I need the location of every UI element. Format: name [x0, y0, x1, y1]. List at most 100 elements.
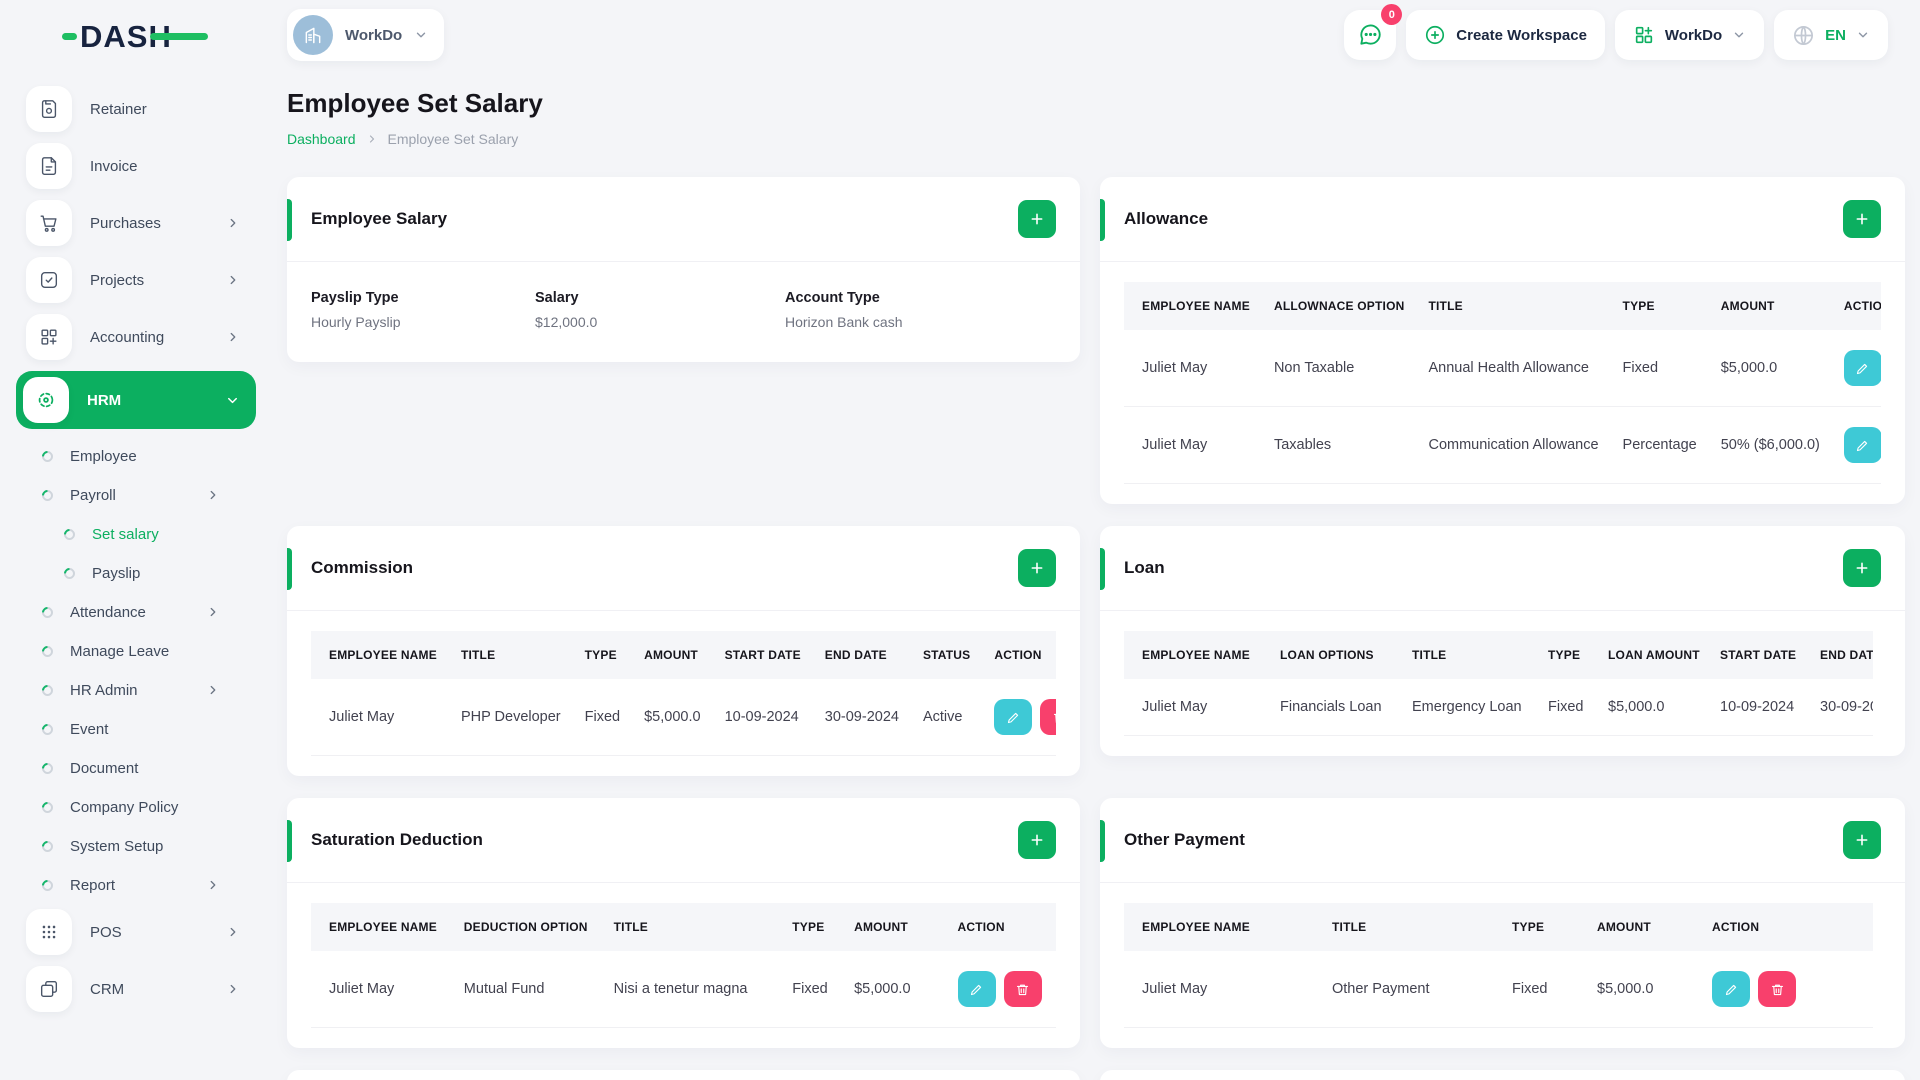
card-employee-salary: Employee Salary Payslip Type Hourly Pays…	[287, 177, 1080, 362]
edit-button[interactable]	[957, 971, 996, 1007]
add-other-payment-button[interactable]	[1843, 821, 1881, 859]
bullet-icon	[61, 565, 78, 581]
chevron-right-icon	[230, 927, 236, 937]
sidebar-item-crm[interactable]: CRM	[26, 966, 254, 1012]
sidebar-item-manage-leave[interactable]: Manage Leave	[39, 636, 242, 666]
page-title: Employee Set Salary	[287, 88, 543, 118]
cards-grid: Employee Salary Payslip Type Hourly Pays…	[287, 177, 1905, 1080]
workspace-switcher[interactable]: WorkDo	[287, 9, 445, 61]
sidebar-item-company-policy[interactable]: Company Policy	[39, 792, 242, 822]
chevron-right-icon	[230, 332, 236, 342]
table-row: Juliet May Mutual Fund Nisi a tenetur ma…	[311, 951, 1056, 1028]
workspace-name: WorkDo	[345, 26, 403, 44]
grid-plus-icon	[1635, 26, 1653, 44]
sidebar-item-set-salary[interactable]: Set salary	[61, 519, 242, 549]
add-commission-button[interactable]	[1018, 549, 1056, 587]
edit-button[interactable]	[994, 699, 1033, 735]
sidebar-item-system-setup[interactable]: System Setup	[39, 831, 242, 861]
field-salary: Salary $12,000.0	[535, 290, 598, 330]
sidebar-item-report[interactable]: Report	[39, 870, 242, 900]
messages-badge: 0	[1381, 4, 1403, 25]
card-company-contribution: Company Contribution	[1100, 1070, 1905, 1080]
bullet-icon	[39, 721, 56, 737]
card-overtime-header: Overtime	[287, 1070, 1080, 1080]
sidebar-item-payslip[interactable]: Payslip	[61, 558, 242, 588]
sidebar-item-accounting[interactable]: Accounting	[26, 314, 254, 360]
delete-button[interactable]	[1758, 971, 1796, 1007]
edit-button[interactable]	[1843, 350, 1881, 386]
field-payslip-type: Payslip Type Hourly Payslip	[311, 290, 401, 330]
sidebar-item-payroll[interactable]: Payroll	[39, 480, 242, 510]
chevron-down-icon	[1734, 32, 1744, 38]
plus-icon	[1856, 834, 1868, 846]
table-header-row: Employee Name Title Type Amount Start Da…	[311, 631, 1056, 679]
table-header-row: Employee Name Deduction Option Title Typ…	[311, 903, 1056, 951]
globe-icon	[1794, 25, 1814, 45]
table-row: Juliet May Taxables Communication Allowa…	[1124, 406, 1881, 484]
bullet-icon	[39, 604, 56, 620]
loan-table: Employee Name Loan Options Title Type Lo…	[1124, 631, 1873, 736]
sidebar-item-employee[interactable]: Employee	[39, 441, 242, 471]
add-allowance-button[interactable]	[1843, 200, 1881, 238]
bullet-icon	[39, 838, 56, 854]
chat-icon	[1360, 24, 1381, 45]
trash-icon	[1771, 984, 1783, 995]
breadcrumb-current: Employee Set Salary	[387, 131, 519, 147]
add-saturation-deduction-button[interactable]	[1018, 821, 1056, 859]
pencil-icon	[970, 984, 982, 995]
bullet-icon	[39, 877, 56, 893]
pos-icon	[26, 909, 72, 955]
sidebar-item-projects[interactable]: Projects	[26, 257, 254, 303]
grid-plus-icon	[26, 314, 72, 360]
main-content: Employee Set Salary Dashboard Employee S…	[287, 88, 1905, 1080]
add-employee-salary-button[interactable]	[1018, 200, 1056, 238]
check-square-icon	[26, 257, 72, 303]
cart-icon	[26, 200, 72, 246]
retainer-icon	[26, 86, 72, 132]
sidebar-item-invoice[interactable]: Invoice	[26, 143, 254, 189]
edit-button[interactable]	[1843, 427, 1881, 463]
edit-button[interactable]	[1712, 971, 1750, 1007]
chevron-right-icon	[230, 275, 236, 285]
card-other-payment-header: Other Payment	[1100, 798, 1905, 883]
sidebar-item-attendance[interactable]: Attendance	[39, 597, 242, 627]
sidebar-item-purchases[interactable]: Purchases	[26, 200, 254, 246]
saturation-deduction-table: Employee Name Deduction Option Title Typ…	[311, 903, 1056, 1028]
card-saturation-deduction: Saturation Deduction Employee Name Deduc…	[287, 798, 1080, 1048]
table-row: Juliet May Financials Loan Emergency Loa…	[1124, 679, 1873, 736]
plus-icon	[1856, 562, 1868, 574]
card-overtime: Overtime	[287, 1070, 1080, 1080]
sidebar-item-document[interactable]: Document	[39, 753, 242, 783]
logo-bar-icon	[150, 33, 208, 40]
language-selector[interactable]: EN	[1774, 10, 1888, 60]
add-loan-button[interactable]	[1843, 549, 1881, 587]
workdo-menu-button[interactable]: WorkDo	[1614, 10, 1765, 60]
card-loan: Loan Employee Name Loan Options Title Ty…	[1100, 526, 1905, 756]
sidebar-item-retainer[interactable]: Retainer	[26, 86, 254, 132]
create-workspace-button[interactable]: Create Workspace	[1406, 10, 1605, 60]
pencil-icon	[1007, 712, 1018, 723]
messages-button[interactable]: 0	[1344, 4, 1403, 60]
plus-icon	[1031, 562, 1043, 574]
card-saturation-deduction-header: Saturation Deduction	[287, 798, 1080, 883]
delete-button[interactable]	[1040, 699, 1056, 735]
invoice-icon	[26, 143, 72, 189]
create-workspace-label: Create Workspace	[1456, 26, 1587, 44]
chevron-down-icon	[228, 397, 237, 403]
card-loan-header: Loan	[1100, 526, 1905, 611]
chevron-right-icon	[230, 984, 236, 994]
sidebar-item-hrm[interactable]: HRM	[16, 371, 256, 429]
pencil-icon	[1857, 363, 1868, 374]
delete-button[interactable]	[1003, 971, 1042, 1007]
bullet-icon	[39, 643, 56, 659]
bullet-icon	[39, 799, 56, 815]
sidebar-item-pos[interactable]: POS	[26, 909, 254, 955]
building-icon	[305, 27, 321, 44]
chevron-right-icon	[210, 490, 216, 500]
sidebar-item-hr-admin[interactable]: HR Admin	[39, 675, 242, 705]
breadcrumb-dashboard-link[interactable]: Dashboard	[287, 131, 356, 147]
sidebar-item-event[interactable]: Event	[39, 714, 242, 744]
pencil-icon	[1857, 440, 1868, 451]
chevron-right-icon	[210, 685, 216, 695]
chevron-right-icon	[369, 135, 374, 143]
